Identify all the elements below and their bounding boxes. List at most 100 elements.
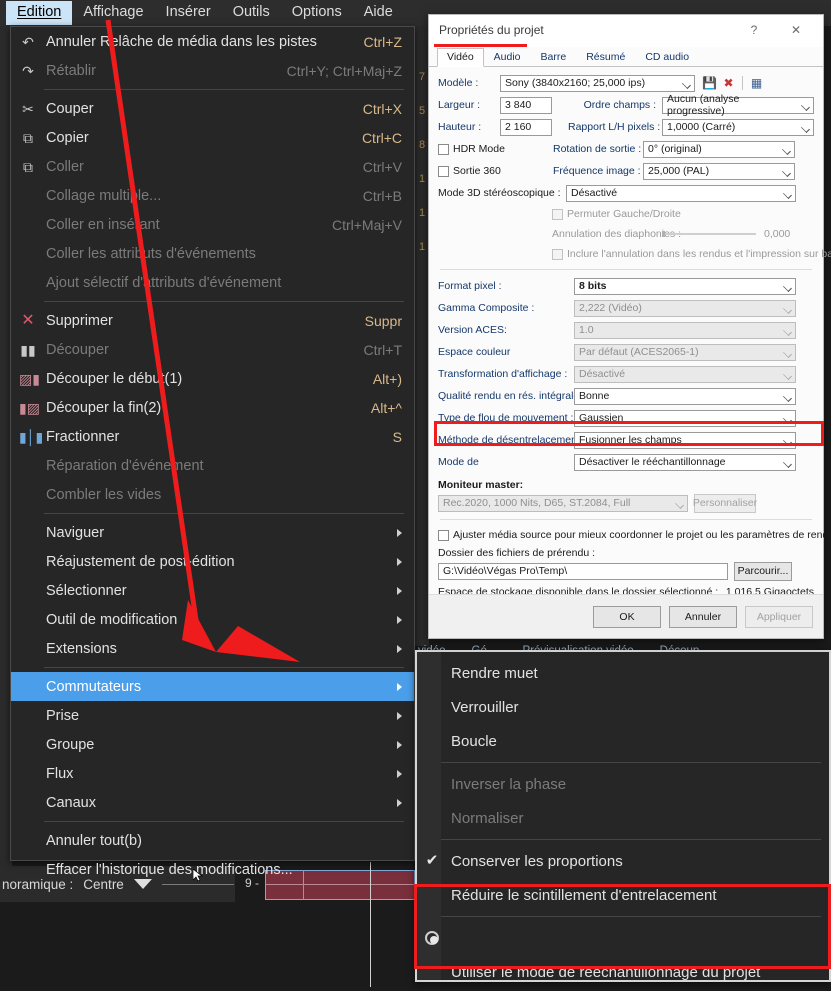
out360-framerate-row: Sortie 360 Fréquence image : 25,000 (PAL… <box>438 162 814 180</box>
customize-button[interactable]: Personnaliser <box>693 493 757 513</box>
submenu-item-forcer-reechantillonnage[interactable]: Utiliser le mode de rééchantillonnage du… <box>417 955 829 989</box>
tab-video[interactable]: Vidéo <box>437 48 484 67</box>
close-icon[interactable]: ✕ <box>783 21 809 39</box>
colorspace-select[interactable]: Par défaut (ACES2065-1) <box>574 343 796 361</box>
deinterlace-select[interactable]: Fusionner les champs <box>574 431 796 449</box>
floppy-save-icon[interactable]: 💾 <box>700 74 719 92</box>
quality-select[interactable]: Bonne <box>574 387 796 405</box>
menu-item-canaux[interactable]: Canaux <box>11 788 414 817</box>
submenu-item-rendre-muet[interactable]: Rendre muet <box>417 656 829 690</box>
menu-item-selectionner[interactable]: Sélectionner <box>11 576 414 605</box>
menu-item-flux[interactable]: Flux <box>11 759 414 788</box>
menubar-item-aide[interactable]: Aide <box>353 1 404 25</box>
resample-select[interactable]: Désactiver le rééchantillonnage <box>574 453 796 471</box>
menu-item-naviguer[interactable]: Naviguer <box>11 518 414 547</box>
submenu-item-boucle[interactable]: Boucle <box>417 724 829 758</box>
submenu-item-normaliser[interactable]: Normaliser <box>417 801 829 835</box>
field-order-select[interactable]: Aucun (analyse progressive) <box>662 93 814 117</box>
framerate-select[interactable]: 25,000 (PAL) <box>643 162 795 180</box>
width-input[interactable]: 3 840 <box>500 96 552 114</box>
menu-item-outil-modification[interactable]: Outil de modification <box>11 605 414 634</box>
menu-item-decouper-debut[interactable]: ▨▮ Découper le début(1) Alt+) <box>11 364 414 393</box>
cancel-button[interactable]: Annuler <box>669 605 737 628</box>
pixel-format-select[interactable]: 8 bits <box>574 277 796 295</box>
menu-item-reparation-evenement[interactable]: Réparation d'événement <box>11 451 414 480</box>
crosstalk-slider[interactable] <box>662 231 756 237</box>
aces-select[interactable]: 1.0 <box>574 321 796 339</box>
menu-item-ajout-selectif[interactable]: Ajout sélectif d'attributs d'événement <box>11 268 414 297</box>
menu-separator <box>441 762 821 763</box>
tab-resume[interactable]: Résumé <box>576 48 635 67</box>
menu-item-annuler-tout[interactable]: Annuler tout(b) <box>11 826 414 855</box>
submenu-arrow-icon <box>397 682 402 691</box>
out360-checkbox[interactable] <box>438 165 449 177</box>
menu-item-decouper-fin[interactable]: ▮▨ Découper la fin(2) Alt+^ <box>11 393 414 422</box>
submenu-item-reduire-scintillement[interactable]: Réduire le scintillement d'entrelacement <box>417 878 829 912</box>
commutateurs-submenu[interactable]: Rendre muet Verrouiller Boucle Inverser … <box>415 650 831 982</box>
template-select[interactable]: Sony (3840x2160; 25,000 ips) <box>500 74 695 92</box>
menu-item-supprimer[interactable]: ✕ Supprimer Suppr <box>11 306 414 335</box>
menu-item-copier[interactable]: ⧉ Copier Ctrl+C <box>11 123 414 152</box>
hdr-mode-checkbox[interactable] <box>438 143 449 155</box>
menu-item-couper[interactable]: ✂ Couper Ctrl+X <box>11 94 414 123</box>
rotation-select[interactable]: 0° (original) <box>643 140 795 158</box>
menu-item-combler-vides[interactable]: Combler les vides <box>11 480 414 509</box>
menu-item-coller-attributs[interactable]: Coller les attributs d'événements <box>11 239 414 268</box>
dialog-titlebar[interactable]: Propriétés du projet ? ✕ <box>429 15 823 47</box>
prerender-input[interactable]: G:\Vidéo\Végas Pro\Temp\ <box>438 562 728 580</box>
menu-item-coller-inserant[interactable]: Coller en insérant Ctrl+Maj+V <box>11 210 414 239</box>
submenu-item-utiliser-mode-projet[interactable] <box>417 921 829 955</box>
pixel-ratio-select[interactable]: 1,0000 (Carré) <box>662 118 814 136</box>
dialog-tabs[interactable]: Vidéo Audio Barre Résumé CD audio <box>429 47 823 67</box>
submenu-item-inverser-phase[interactable]: Inverser la phase <box>417 767 829 801</box>
edition-dropdown-menu[interactable]: ↶ Annuler Relâche de média dans les pist… <box>10 26 415 878</box>
menu-item-prise[interactable]: Prise <box>11 701 414 730</box>
copy-icon: ⧉ <box>23 129 33 146</box>
adjust-media-checkbox[interactable] <box>438 529 449 541</box>
ok-button[interactable]: OK <box>593 605 661 628</box>
include-cancel-checkbox[interactable] <box>552 248 563 260</box>
menu-item-decouper[interactable]: ▮▮ Découper Ctrl+T <box>11 335 414 364</box>
menu-item-annuler[interactable]: ↶ Annuler Relâche de média dans les pist… <box>11 27 414 56</box>
stereo-select[interactable]: Désactivé <box>566 184 796 202</box>
project-properties-dialog[interactable]: Propriétés du projet ? ✕ Vidéo Audio Bar… <box>428 14 831 639</box>
menu-separator <box>44 513 404 514</box>
menubar-item-inserer[interactable]: Insérer <box>155 1 222 25</box>
submenu-item-verrouiller[interactable]: Verrouiller <box>417 690 829 724</box>
gamma-select[interactable]: 2,222 (Vidéo) <box>574 299 796 317</box>
template-label: Modèle : <box>438 77 479 89</box>
menubar-item-affichage[interactable]: Affichage <box>72 1 154 25</box>
colorspace-row: Espace couleur Par défaut (ACES2065-1) <box>438 343 814 361</box>
view-transform-select[interactable]: Désactivé <box>574 365 796 383</box>
motionblur-select[interactable]: Gaussien <box>574 409 796 427</box>
framerate-value: 25,000 (PAL) <box>648 165 710 177</box>
help-icon[interactable]: ? <box>741 21 767 39</box>
ruler-number: 7 <box>418 71 426 83</box>
menubar-item-edition[interactable]: Edition <box>6 1 73 25</box>
menu-item-extensions[interactable]: Extensions <box>11 634 414 663</box>
menubar-item-outils[interactable]: Outils <box>222 1 281 25</box>
swap-lr-checkbox[interactable] <box>552 208 563 220</box>
master-monitor-select[interactable]: Rec.2020, 1000 Nits, D65, ST.2084, Full <box>438 494 688 512</box>
menu-separator <box>441 916 821 917</box>
tab-cd-audio[interactable]: CD audio <box>635 48 699 67</box>
apply-button[interactable]: Appliquer <box>745 605 813 628</box>
menu-item-coller[interactable]: ⧉ Coller Ctrl+V <box>11 152 414 181</box>
menu-item-groupe[interactable]: Groupe <box>11 730 414 759</box>
browse-button[interactable]: Parcourir... <box>734 561 792 581</box>
menu-item-commutateurs[interactable]: Commutateurs <box>11 672 414 701</box>
resample-row: Mode de Désactiver le rééchantillonnage <box>438 453 814 471</box>
menu-item-collage-multiple[interactable]: Collage multiple... Ctrl+B <box>11 181 414 210</box>
height-input[interactable]: 2 160 <box>500 118 552 136</box>
menu-item-effacer-historique[interactable]: Effacer l'historique des modifications..… <box>11 855 414 884</box>
submenu-item-conserver-proportions[interactable]: ✔ Conserver les proportions <box>417 844 829 878</box>
menu-item-retablir[interactable]: ↷ Rétablir Ctrl+Y; Ctrl+Maj+Z <box>11 56 414 85</box>
menu-item-fractionner[interactable]: ▮│▮ Fractionner S <box>11 422 414 451</box>
tab-audio[interactable]: Audio <box>484 48 531 67</box>
delete-red-x-icon[interactable]: ✖ <box>719 74 738 92</box>
tab-barre[interactable]: Barre <box>531 48 577 67</box>
menu-item-reajustement[interactable]: Réajustement de post-édition <box>11 547 414 576</box>
menubar-item-options[interactable]: Options <box>281 1 353 25</box>
split-icon: ▮│▮ <box>19 428 44 445</box>
properties-grid-icon[interactable]: ▦ <box>747 74 766 92</box>
